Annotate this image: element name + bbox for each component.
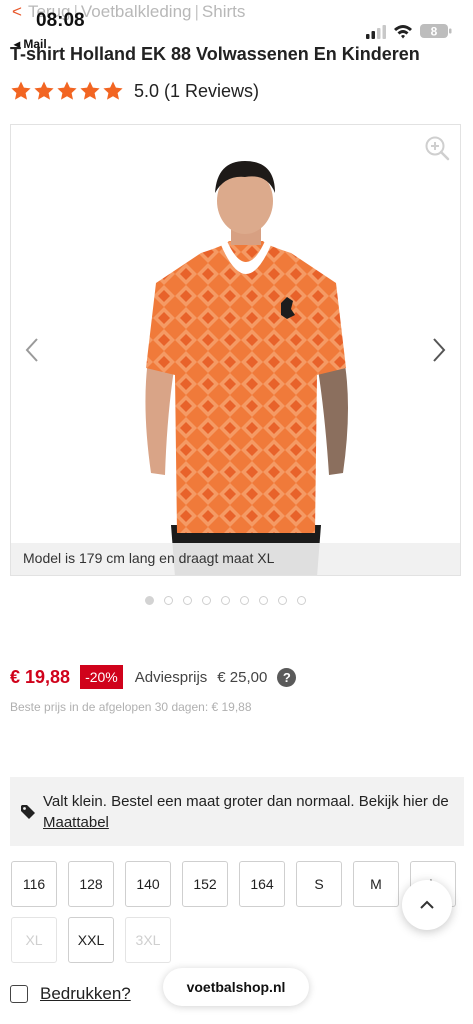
browser-url-bar[interactable]: voetbalshop.nl bbox=[163, 968, 309, 1006]
status-icons: 8 bbox=[366, 24, 452, 39]
scroll-to-top-button[interactable] bbox=[402, 880, 452, 930]
size-option-164[interactable]: 164 bbox=[239, 861, 285, 907]
size-option-152[interactable]: 152 bbox=[182, 861, 228, 907]
size-option-3xl: 3XL bbox=[125, 917, 171, 963]
size-option-140[interactable]: 140 bbox=[125, 861, 171, 907]
chevron-up-icon bbox=[420, 900, 434, 909]
rating-stars bbox=[10, 80, 124, 102]
product-title: T-shirt Holland EK 88 Volwassenen En Kin… bbox=[10, 44, 420, 64]
wifi-icon bbox=[394, 25, 412, 39]
pagination-dot[interactable] bbox=[221, 596, 230, 605]
pagination-dot[interactable] bbox=[240, 596, 249, 605]
advies-price: € 25,00 bbox=[217, 668, 268, 686]
product-photo bbox=[145, 161, 348, 575]
star-icon bbox=[11, 81, 31, 100]
size-note-text: Valt klein. Bestel een maat groter dan n… bbox=[43, 791, 458, 833]
breadcrumb-item-subcategory[interactable]: Shirts bbox=[202, 2, 245, 21]
pagination-dot[interactable] bbox=[183, 596, 192, 605]
size-chart-link[interactable]: Maattabel bbox=[43, 814, 109, 831]
star-icon bbox=[80, 81, 100, 100]
pagination-dot[interactable] bbox=[145, 596, 154, 605]
pagination-dot[interactable] bbox=[297, 596, 306, 605]
current-price: € 19,88 bbox=[10, 666, 71, 687]
discount-badge: -20% bbox=[80, 665, 123, 689]
svg-text:8: 8 bbox=[431, 25, 438, 39]
product-image-gallery[interactable]: Model is 179 cm lang en draagt maat XL bbox=[10, 124, 461, 576]
star-icon bbox=[103, 81, 123, 100]
image-caption-bar: Model is 179 cm lang en draagt maat XL bbox=[11, 543, 460, 575]
size-note: Valt klein. Bestel een maat groter dan n… bbox=[10, 777, 464, 846]
zoom-in-icon[interactable] bbox=[424, 135, 450, 161]
size-option-116[interactable]: 116 bbox=[11, 861, 57, 907]
breadcrumb-separator: | bbox=[194, 2, 199, 21]
size-option-m[interactable]: M bbox=[353, 861, 399, 907]
tag-icon bbox=[21, 805, 35, 819]
size-option-xl: XL bbox=[11, 917, 57, 963]
best-price-note: Beste prijs in de afgelopen 30 dagen: € … bbox=[10, 700, 252, 714]
print-option-label[interactable]: Bedrukken? bbox=[40, 984, 131, 1004]
size-option-128[interactable]: 128 bbox=[68, 861, 114, 907]
pagination-dot[interactable] bbox=[259, 596, 268, 605]
pagination-dot[interactable] bbox=[202, 596, 211, 605]
size-option-s[interactable]: S bbox=[296, 861, 342, 907]
size-option-xxl[interactable]: XXL bbox=[68, 917, 114, 963]
advies-label: Adviesprijs bbox=[134, 668, 208, 686]
battery-icon: 8 bbox=[420, 24, 452, 39]
star-icon bbox=[34, 81, 54, 100]
breadcrumb-item-category[interactable]: Voetbalkleding bbox=[81, 2, 192, 21]
print-option[interactable]: Bedrukken? bbox=[10, 984, 131, 1004]
chevron-right-icon[interactable] bbox=[430, 337, 448, 363]
size-note-message: Valt klein. Bestel een maat groter dan n… bbox=[43, 793, 449, 810]
rating-text[interactable]: 5.0 (1 Reviews) bbox=[134, 81, 259, 102]
image-pagination[interactable] bbox=[145, 596, 306, 605]
pagination-dot[interactable] bbox=[164, 596, 173, 605]
signal-icon bbox=[366, 25, 386, 39]
print-checkbox[interactable] bbox=[10, 985, 28, 1003]
image-caption: Model is 179 cm lang en draagt maat XL bbox=[23, 550, 275, 566]
chevron-left-icon[interactable]: < bbox=[12, 2, 22, 21]
chevron-left-icon[interactable] bbox=[23, 337, 41, 363]
star-icon bbox=[57, 81, 77, 100]
rating-row[interactable]: 5.0 (1 Reviews) bbox=[10, 79, 259, 103]
pagination-dot[interactable] bbox=[278, 596, 287, 605]
status-time: 08:08 bbox=[36, 10, 85, 31]
price-row: € 19,88 -20% Adviesprijs € 25,00 ? bbox=[10, 664, 297, 690]
help-icon[interactable]: ? bbox=[277, 667, 297, 687]
